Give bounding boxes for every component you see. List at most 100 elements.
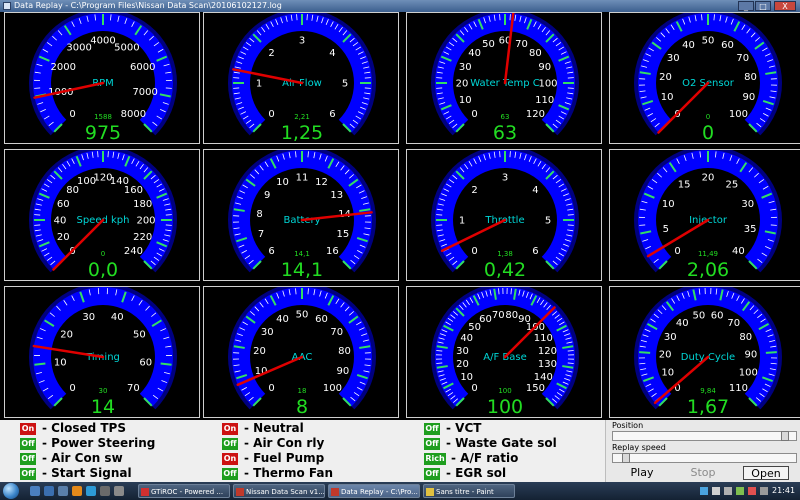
gauge-tick-label: 20: [456, 359, 469, 370]
gauge-major-tick: [160, 362, 172, 366]
tray-icon[interactable]: [736, 487, 744, 495]
play-button[interactable]: Play: [621, 466, 663, 480]
open-button[interactable]: Open: [743, 466, 789, 480]
gauge-minor-tick: [436, 350, 443, 352]
status-indicator-panel: On - Closed TPS Off - Power Steering Off - Ai…: [0, 420, 605, 482]
gauge-dial: 0123456Throttle1,380,42: [431, 150, 579, 281]
start-button[interactable]: [3, 483, 19, 499]
gauge-minor-tick: [307, 288, 309, 295]
gauge-max-value: 1588: [94, 113, 112, 121]
gauge-tick-label: 50: [702, 36, 715, 47]
gauge-tick-label: 3: [502, 173, 508, 184]
gauge-tick-label: 60: [711, 310, 724, 321]
minimize-button[interactable]: _: [738, 1, 754, 11]
gauge-tick-label: 120: [526, 109, 545, 120]
tray-icon[interactable]: [748, 487, 756, 495]
window-title-bar: Data Replay - C:\Program Files\Nissan Da…: [0, 0, 800, 12]
taskbar-item[interactable]: Data Replay - C:\Pro...: [328, 484, 420, 498]
replay-speed-slider[interactable]: [612, 453, 797, 463]
tray-icon[interactable]: [760, 487, 768, 495]
quicklaunch-icon[interactable]: [100, 486, 110, 496]
gauge-tick-label: 60: [479, 314, 492, 325]
gauge-digital-value: 63: [493, 122, 517, 144]
gauge-tick-label: 10: [459, 95, 472, 106]
gauge-tick-label: 35: [744, 224, 757, 235]
gauge-minor-tick: [567, 362, 574, 364]
gauge-tick-label: 15: [678, 180, 691, 191]
gauge-dial: 0510152025303540Injector11,492,06: [634, 150, 782, 280]
gauge-minor-tick: [295, 151, 297, 158]
taskbar-item[interactable]: Sans titre - Paint: [423, 484, 515, 498]
gauge-tick-label: 20: [57, 232, 70, 243]
clock: 21:41: [772, 486, 796, 495]
gauge-tick-label: 5: [545, 216, 551, 227]
gauge-tick-label: 30: [667, 53, 680, 64]
network-icon[interactable]: [712, 487, 720, 495]
show-desktop-icon[interactable]: [30, 486, 40, 496]
gauge-tick-label: 0: [69, 109, 75, 120]
gauge-digital-value: 100: [487, 396, 523, 418]
gauge-tick-label: 30: [459, 62, 472, 73]
position-slider[interactable]: [612, 431, 797, 441]
stop-button[interactable]: Stop: [682, 466, 724, 480]
gauge-tick-label: 10: [54, 357, 67, 368]
gauge-tick-label: 10: [661, 92, 674, 103]
gauge-tick-label: 2000: [51, 62, 76, 73]
taskbar-item[interactable]: GTiROC - Powered ...: [138, 484, 230, 498]
gauge-tick-label: 11: [296, 173, 309, 184]
internet-explorer-icon[interactable]: [86, 486, 96, 496]
gauge-max-value: 14,1: [294, 250, 310, 258]
gauge-dial: 01020304050 60 708090100110120Water Temp C…: [431, 13, 579, 144]
gauge-speed: 020406080100120140160180200220240Speed k…: [4, 149, 200, 281]
gauge-tick-label: 110: [729, 383, 748, 394]
gauge-tick-label: 8000: [121, 109, 146, 120]
gauge-max-value: 9,84: [700, 387, 716, 395]
gauge-tick-label: 50: [133, 330, 146, 341]
gauge-tick-label: 90: [538, 62, 551, 73]
gauge-tick-label: 240: [124, 246, 143, 257]
status-label: - Fuel Pump: [244, 451, 325, 465]
gauge-tick-label: 0: [471, 109, 477, 120]
maximize-button[interactable]: □: [755, 1, 771, 11]
gauge-tick-label: 6: [532, 246, 538, 257]
gauge-tick-label: 40: [732, 246, 745, 257]
gauge-digital-value: 0,42: [484, 259, 526, 281]
status-badge: On: [20, 423, 36, 435]
taskbar-item[interactable]: Nissan Data Scan v1...: [233, 484, 325, 498]
gauge-duty-cycle: 0 10 20 30 40 50 60 70 80 90 100 110 Duty Cycle 9,84 1…: [609, 286, 800, 418]
gauge-tick-label: 3000: [66, 43, 91, 54]
app-icon: [141, 488, 149, 496]
gauge-max-value: 1,38: [497, 250, 513, 258]
quicklaunch-icon[interactable]: [114, 486, 124, 496]
volume-icon[interactable]: [724, 487, 732, 495]
gauge-tick-label: 40: [676, 318, 689, 329]
gauge-tick-label: 20: [253, 346, 266, 357]
close-button[interactable]: X: [774, 1, 796, 11]
gauge-dial: 010002000300040005000600070008000RPM1588…: [29, 13, 177, 143]
gauge-tick-label: 10: [661, 368, 674, 379]
gauge-tick-label: 7000: [132, 87, 157, 98]
gauge-digital-value: 14: [91, 396, 115, 418]
taskbar-item-label: Sans titre - Paint: [436, 488, 494, 496]
gauge-tick-label: 13: [330, 190, 343, 201]
media-icon[interactable]: [58, 486, 68, 496]
position-slider-thumb[interactable]: [781, 431, 790, 441]
status-label: - Start Signal: [42, 466, 132, 480]
gauge-tick-label: 5: [663, 224, 669, 235]
status-badge: Off: [424, 438, 440, 450]
status-badge: Off: [20, 453, 36, 465]
explorer-icon[interactable]: [44, 486, 54, 496]
firefox-icon[interactable]: [72, 486, 82, 496]
gauge-tick-label: 130: [538, 359, 557, 370]
gauge-tick-label: 100: [538, 79, 557, 90]
tray-icon[interactable]: [700, 487, 708, 495]
taskbar-item-label: Data Replay - C:\Pro...: [341, 488, 418, 496]
gauge-minor-tick: [436, 362, 443, 364]
gauge-tick-label: 7: [258, 229, 264, 240]
replay-speed-slider-thumb[interactable]: [621, 453, 630, 463]
gauge-dial: 0102030405060708090100110120130140150A/F…: [431, 287, 579, 418]
gauge-tick-label: 220: [133, 232, 152, 243]
gauge-max-value: 0: [101, 250, 105, 258]
gauge-tick-label: 3: [299, 36, 305, 47]
gauge-digital-value: 0: [702, 122, 714, 144]
